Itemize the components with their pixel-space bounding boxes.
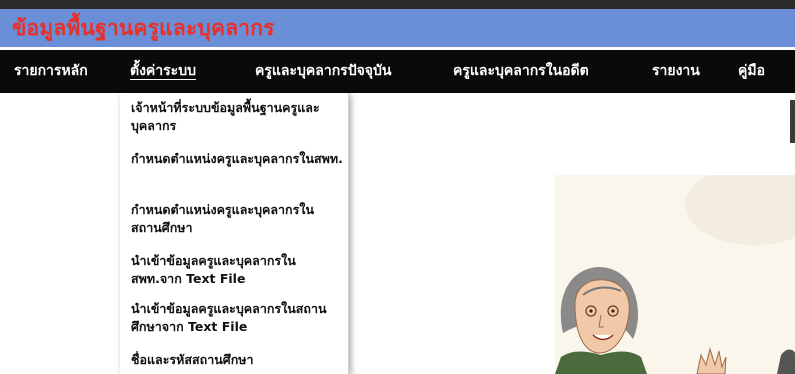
nav-item-main-menu[interactable]: รายการหลัก	[14, 50, 88, 93]
nav-right-edge	[790, 100, 795, 143]
menu-item-import-district[interactable]: นำเข้าข้อมูลครูและบุคลากรในสพท.จาก Text …	[131, 252, 343, 288]
teacher-illustration	[555, 175, 795, 374]
menu-item-position-district[interactable]: กำหนดตำแหน่งครูและบุคลากรในสพท.	[131, 150, 343, 168]
nav-item-manual[interactable]: คู่มือ	[738, 50, 765, 93]
site-title: ข้อมูลพื้นฐานครูและบุคลากร	[12, 15, 275, 40]
nav-item-past-staff[interactable]: ครูและบุคลากรในอดีต	[453, 50, 589, 93]
left-pupil	[589, 309, 593, 313]
nav-item-system-settings[interactable]: ตั้งค่าระบบ	[130, 50, 196, 93]
nav-item-reports[interactable]: รายงาน	[652, 50, 700, 93]
nav-item-current-staff[interactable]: ครูและบุคลากรปัจจุบัน	[255, 50, 391, 93]
menu-item-position-school[interactable]: กำหนดตำแหน่งครูและบุคลากรในสถานศึกษา	[131, 201, 343, 237]
main-nav: รายการหลัก ตั้งค่าระบบ ครูและบุคลากรปัจจ…	[0, 50, 795, 143]
top-strip	[0, 0, 795, 9]
menu-item-school-names[interactable]: ชื่อและรหัสสถานศึกษา	[131, 351, 343, 369]
right-pupil	[611, 309, 615, 313]
header-banner: ข้อมูลพื้นฐานครูและบุคลากร	[0, 9, 795, 47]
menu-item-system-staff[interactable]: เจ้าหน้าที่ระบบข้อมูลพื้นฐานครูและบุคลาก…	[131, 99, 343, 135]
settings-dropdown-menu: เจ้าหน้าที่ระบบข้อมูลพื้นฐานครูและบุคลาก…	[120, 93, 349, 374]
menu-item-import-school[interactable]: นำเข้าข้อมูลครูและบุคลากรในสถานศึกษาจาก …	[131, 300, 343, 336]
